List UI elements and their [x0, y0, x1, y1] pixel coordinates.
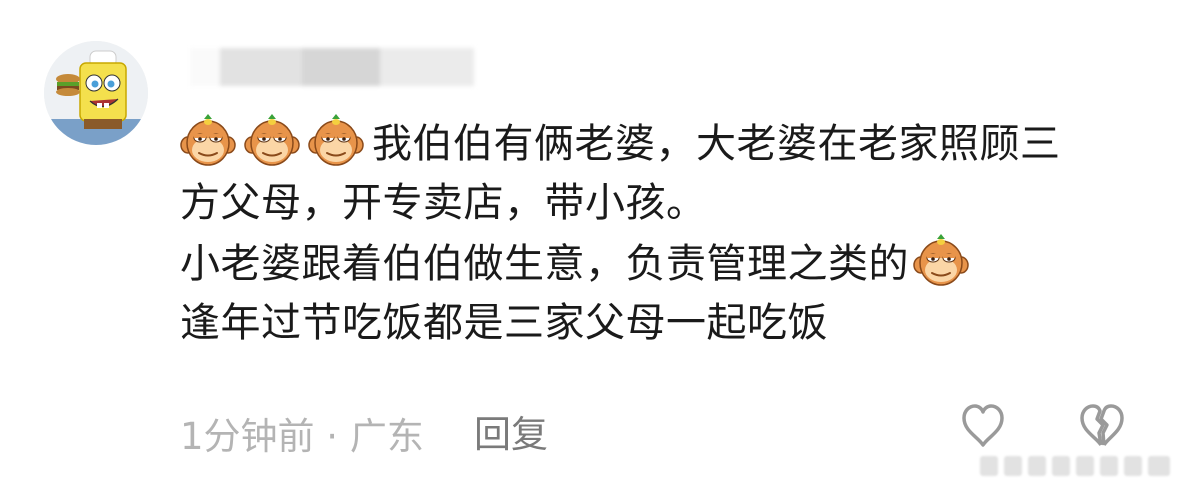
comment-text-4: 逢年过节吃饭都是三家父母一起吃饭 — [180, 300, 828, 346]
comment-text-2: 方父母，开专卖店，带小孩。 — [180, 180, 707, 226]
monkey-face-emoji-icon — [913, 233, 969, 289]
monkey-face-emoji-icon — [244, 113, 300, 169]
comment-text-3: 小老婆跟着伯伯做生意，负责管理之类的 — [180, 241, 909, 287]
avatar[interactable] — [44, 41, 148, 145]
comment-text-1: 我伯伯有俩老婆，大老婆在老家照顾三 — [372, 121, 1061, 167]
comment-line-4: 逢年过节吃饭都是三家父母一起吃饭 — [180, 293, 1140, 353]
comment-line-1: 我伯伯有俩老婆，大老婆在老家照顾三 — [180, 113, 1140, 173]
blurred-watermark-icon — [980, 456, 1170, 476]
comment-line-2: 方父母，开专卖店，带小孩。 — [180, 173, 1140, 233]
monkey-face-emoji-icon — [308, 113, 364, 169]
heart-outline-icon[interactable] — [958, 401, 1008, 451]
comment-body: 我伯伯有俩老婆，大老婆在老家照顾三 方父母，开专卖店，带小孩。 小老婆跟着伯伯做… — [180, 113, 1140, 353]
reply-button[interactable]: 回复 — [474, 404, 548, 458]
comment-line-3: 小老婆跟着伯伯做生意，负责管理之类的 — [180, 233, 1140, 293]
spongebob-chef-avatar-icon — [44, 41, 148, 145]
monkey-face-emoji-icon — [180, 113, 236, 169]
username-blurred[interactable] — [190, 48, 474, 86]
broken-heart-icon[interactable] — [1076, 401, 1128, 451]
comment-time-location: 1分钟前 · 广东 — [180, 415, 424, 458]
